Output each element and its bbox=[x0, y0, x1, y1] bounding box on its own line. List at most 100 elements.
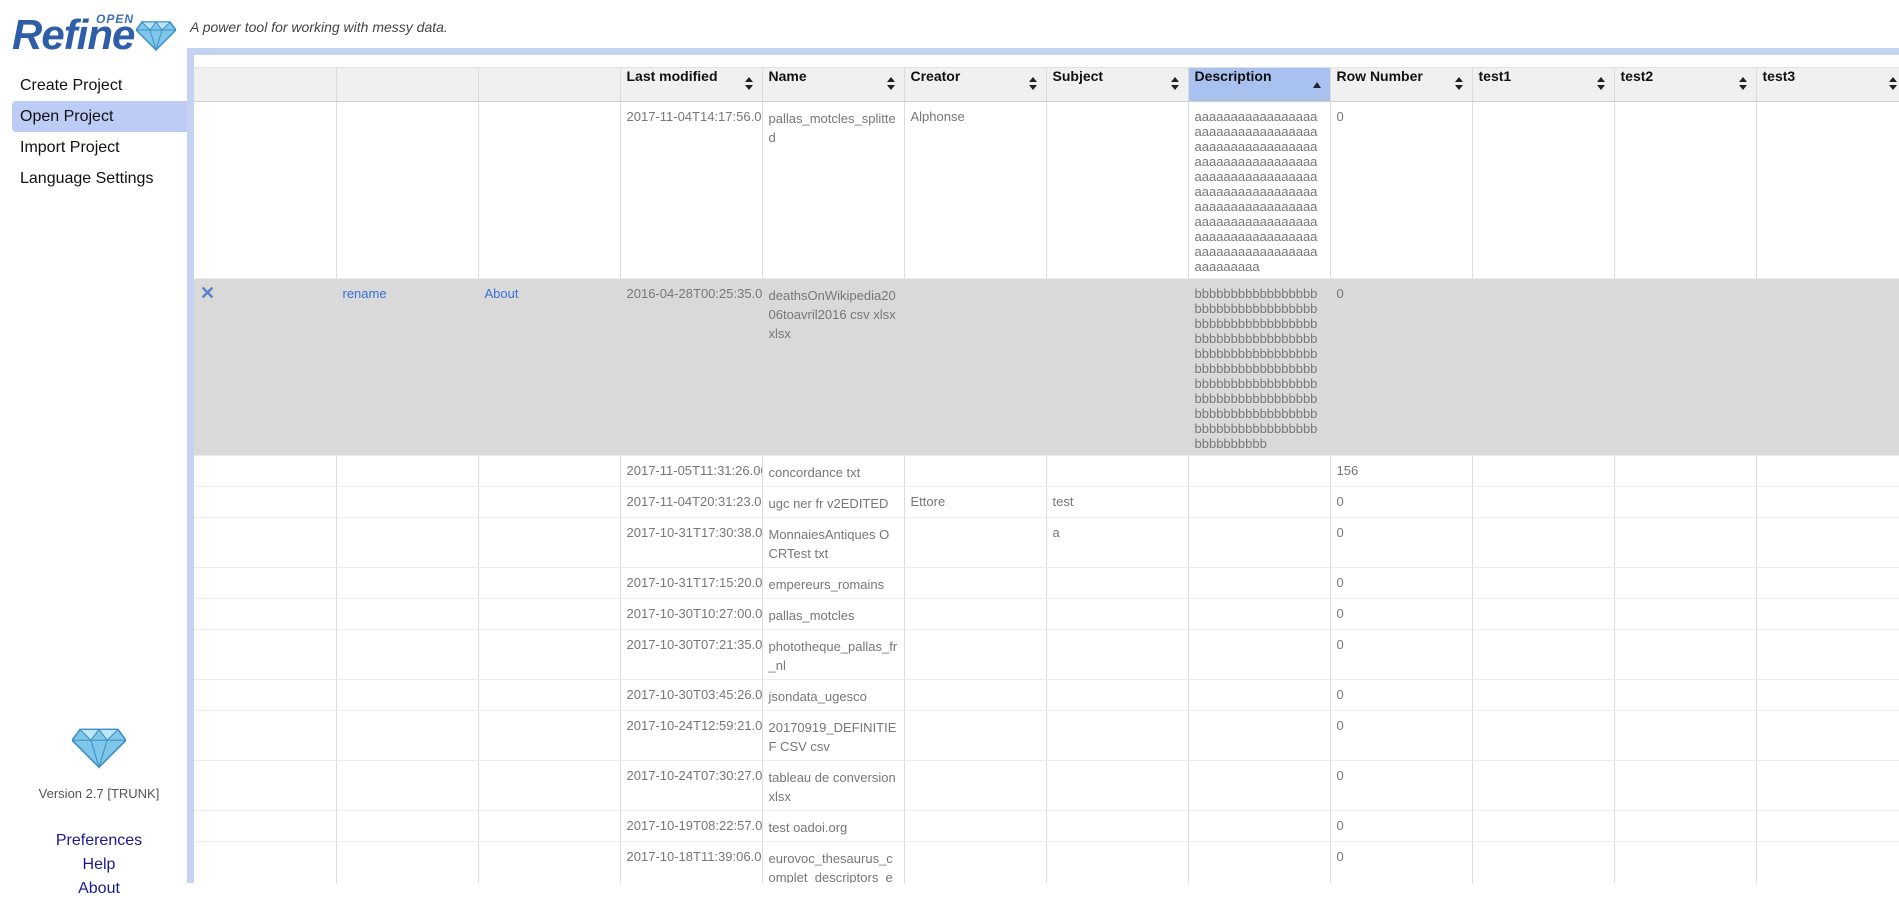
about-link[interactable]: About bbox=[0, 877, 198, 901]
nav-language-settings[interactable]: Language Settings bbox=[12, 163, 188, 194]
test2-cell bbox=[1614, 760, 1757, 811]
table-row[interactable]: 2017-10-30T10:27:00.000Z pallas_motcles 0 bbox=[194, 598, 1899, 630]
nav-import-project[interactable]: Import Project bbox=[12, 132, 188, 163]
projects-panel: Last modified Name Creator Subject Descr… bbox=[187, 48, 1899, 883]
openrefine-logo[interactable]: OPEN Refine bbox=[12, 8, 182, 56]
col-header-last-modified[interactable]: Last modified bbox=[620, 67, 763, 102]
test3-cell bbox=[1756, 517, 1899, 568]
test1-cell bbox=[1472, 679, 1615, 711]
test2-cell bbox=[1614, 101, 1757, 279]
nav-open-project[interactable]: Open Project bbox=[12, 101, 188, 132]
creator-cell bbox=[904, 278, 1047, 456]
test3-cell bbox=[1756, 710, 1899, 761]
test2-cell bbox=[1614, 517, 1757, 568]
rename-cell bbox=[336, 629, 479, 680]
rename-cell bbox=[336, 486, 479, 518]
rename-link[interactable]: rename bbox=[343, 286, 387, 301]
project-name-link[interactable]: tableau de conversion xlsx bbox=[769, 770, 896, 804]
project-name-link[interactable]: 20170919_DEFINITIEF CSV csv bbox=[769, 720, 897, 754]
table-row[interactable]: 2017-10-19T08:22:57.000Z test oadoi.org 0 bbox=[194, 810, 1899, 842]
row-number-cell: 0 bbox=[1330, 517, 1473, 568]
table-row[interactable]: ✕ rename About 2016-04-28T00:25:35.000Zdeat… bbox=[194, 278, 1899, 456]
last-modified-cell: 2017-10-19T08:22:57.000Z bbox=[620, 810, 763, 842]
creator-cell bbox=[904, 841, 1047, 883]
project-name-link[interactable]: test oadoi.org bbox=[769, 820, 848, 835]
project-name-link[interactable]: pallas_motcles bbox=[769, 608, 855, 623]
table-row[interactable]: 2017-10-31T17:30:38.000ZMonnaiesAntiques… bbox=[194, 517, 1899, 568]
col-header-name[interactable]: Name bbox=[762, 67, 905, 102]
close-icon[interactable]: ✕ bbox=[200, 283, 215, 303]
project-name-link[interactable]: deathsOnWikipedia2006toavril2016 csv xls… bbox=[769, 288, 896, 341]
project-name-link[interactable]: empereurs_romains bbox=[769, 577, 885, 592]
test1-cell bbox=[1472, 567, 1615, 599]
test3-cell bbox=[1756, 567, 1899, 599]
creator-cell bbox=[904, 567, 1047, 599]
help-link[interactable]: Help bbox=[0, 853, 198, 877]
table-row[interactable]: 2017-10-24T12:59:21.000Z20170919_DEFINIT… bbox=[194, 710, 1899, 761]
row-number-cell: 0 bbox=[1330, 101, 1473, 279]
col-header-creator[interactable]: Creator bbox=[904, 67, 1047, 102]
table-row[interactable]: 2017-11-04T14:17:56.000Zpallas_motcles_s… bbox=[194, 101, 1899, 279]
table-row[interactable]: 2017-10-30T03:45:26.000Z jsondata_ugesco 0 bbox=[194, 679, 1899, 711]
description-cell bbox=[1188, 710, 1331, 761]
project-name-link[interactable]: eurovoc_thesaurus_complet_descriptors_en bbox=[769, 851, 893, 883]
project-name-link[interactable]: jsondata_ugesco bbox=[769, 689, 867, 704]
project-name-link[interactable]: concordance txt bbox=[769, 465, 861, 480]
test1-cell bbox=[1472, 278, 1615, 456]
test3-cell bbox=[1756, 679, 1899, 711]
about-cell bbox=[478, 760, 621, 811]
about-project-link[interactable]: About bbox=[485, 286, 519, 301]
creator-cell bbox=[904, 598, 1047, 630]
openrefine-diamond-icon bbox=[72, 728, 126, 770]
col-header-row-number[interactable]: Row Number bbox=[1330, 67, 1473, 102]
col-header-test2[interactable]: test2 bbox=[1614, 67, 1757, 102]
nav-create-project[interactable]: Create Project bbox=[12, 70, 188, 101]
table-row[interactable]: 2017-10-31T17:15:20.000Z empereurs_romain… bbox=[194, 567, 1899, 599]
row-number-cell: 0 bbox=[1330, 810, 1473, 842]
row-number-cell: 0 bbox=[1330, 486, 1473, 518]
col-header-test3[interactable]: test3 bbox=[1756, 67, 1899, 102]
test2-cell bbox=[1614, 810, 1757, 842]
row-number-cell: 0 bbox=[1330, 629, 1473, 680]
description-cell bbox=[1188, 810, 1331, 842]
description-cell: aaaaaaaaaaaaaaaaaaaaaaaaaaaaaaaaaaaaaaaa… bbox=[1188, 101, 1331, 279]
test1-cell bbox=[1472, 101, 1615, 279]
project-name-cell: pallas_motcles_splitted bbox=[762, 101, 905, 279]
last-modified-cell: 2016-04-28T00:25:35.000Z bbox=[620, 278, 763, 456]
rename-cell bbox=[336, 841, 479, 883]
table-row[interactable]: 2017-10-24T07:30:27.000Ztableau de conve… bbox=[194, 760, 1899, 811]
col-header-about bbox=[478, 67, 621, 102]
sort-icon bbox=[1454, 77, 1464, 91]
subject-cell bbox=[1046, 810, 1189, 842]
subject-cell bbox=[1046, 455, 1189, 487]
delete-cell bbox=[194, 710, 337, 761]
delete-cell bbox=[194, 101, 337, 279]
col-header-description[interactable]: Description bbox=[1188, 67, 1331, 102]
sort-icon bbox=[1028, 77, 1038, 91]
delete-cell bbox=[194, 679, 337, 711]
project-name-link[interactable]: MonnaiesAntiques OCRTest txt bbox=[769, 527, 890, 561]
about-cell bbox=[478, 101, 621, 279]
table-row[interactable]: 2017-10-18T11:39:06.000Zeurovoc_thesauru… bbox=[194, 841, 1899, 883]
table-row[interactable]: 2017-10-30T07:21:35.000Zphototheque_pall… bbox=[194, 629, 1899, 680]
col-header-subject[interactable]: Subject bbox=[1046, 67, 1189, 102]
test2-cell bbox=[1614, 710, 1757, 761]
creator-cell bbox=[904, 629, 1047, 680]
table-row[interactable]: 2017-11-04T20:31:23.000Z ugc ner fr v2EDI… bbox=[194, 486, 1899, 518]
col-header-test1[interactable]: test1 bbox=[1472, 67, 1615, 102]
project-name-link[interactable]: phototheque_pallas_fr_nl bbox=[769, 639, 898, 673]
description-cell: bbbbbbbbbbbbbbbbbbbbbbbbbbbbbbbbbbbbbbbb… bbox=[1188, 278, 1331, 456]
project-name-cell: deathsOnWikipedia2006toavril2016 csv xls… bbox=[762, 278, 905, 456]
delete-cell bbox=[194, 455, 337, 487]
creator-cell bbox=[904, 455, 1047, 487]
project-name-link[interactable]: ugc ner fr v2EDITED bbox=[769, 496, 889, 511]
tagline: A power tool for working with messy data… bbox=[190, 19, 448, 35]
test1-cell bbox=[1472, 841, 1615, 883]
delete-cell bbox=[194, 760, 337, 811]
test1-cell bbox=[1472, 517, 1615, 568]
table-row[interactable]: 2017-11-05T11:31:26.000Z concordance txt 1… bbox=[194, 455, 1899, 487]
test1-cell bbox=[1472, 710, 1615, 761]
project-name-link[interactable]: pallas_motcles_splitted bbox=[769, 111, 896, 145]
project-name-cell: empereurs_romains bbox=[762, 567, 905, 599]
preferences-link[interactable]: Preferences bbox=[0, 829, 198, 853]
